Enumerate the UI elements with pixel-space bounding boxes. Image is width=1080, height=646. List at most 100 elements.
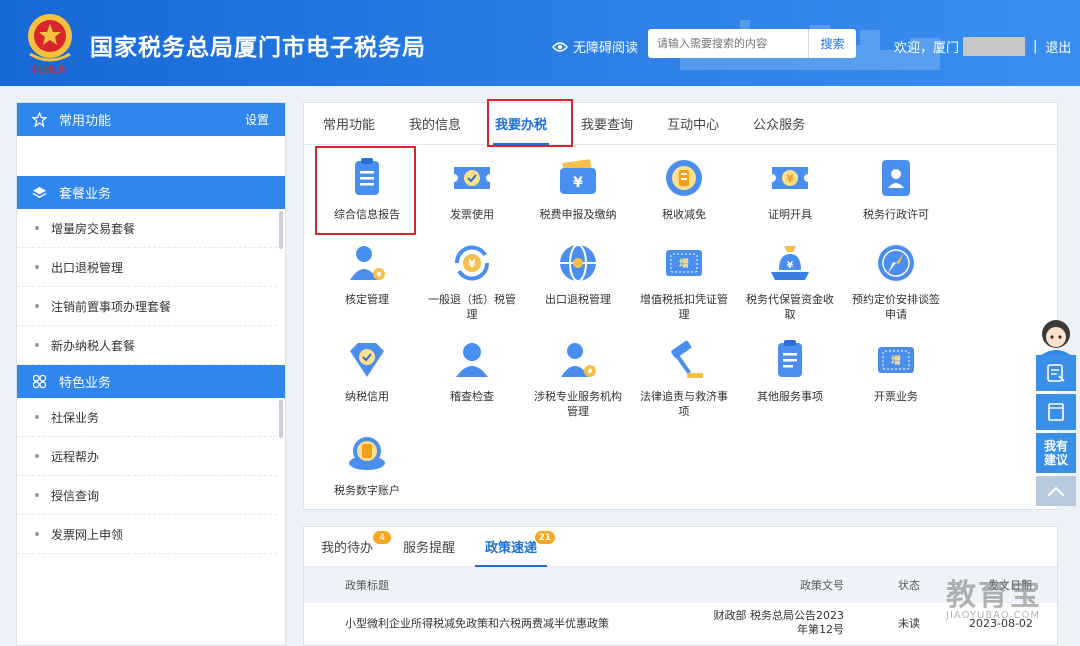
service-admin-license[interactable]: 税务行政许可 xyxy=(843,155,949,222)
service-label: 法律追责与救济事项 xyxy=(640,390,728,418)
service-vat-deduction[interactable]: 增 增值税抵扣凭证管理 xyxy=(631,240,737,322)
service-label: 纳税信用 xyxy=(345,390,389,403)
sidebar-item-remote-help[interactable]: 远程帮办 xyxy=(17,437,277,476)
header-separator: | xyxy=(1033,39,1038,54)
count-badge: 4 xyxy=(373,531,392,544)
service-fund-custody[interactable]: ¥ 税务代保管资金收取 xyxy=(737,240,843,322)
sidebar-head-package[interactable]: 套餐业务 xyxy=(17,176,285,209)
service-highlight-box xyxy=(315,146,416,235)
service-agency-mgmt[interactable]: 涉税专业服务机构管理 xyxy=(525,337,631,419)
policy-title[interactable]: 小型微利企业所得税减免政策和六税两费减半优惠政策 xyxy=(345,615,609,631)
service-other[interactable]: 其他服务事项 xyxy=(737,337,843,404)
redacted-username xyxy=(963,37,1026,56)
doc-number-line: 年第12号 xyxy=(797,623,844,636)
sidebar-head-featured[interactable]: 特色业务 xyxy=(17,365,285,398)
tab-todo[interactable]: 我的待办 4 xyxy=(311,527,392,566)
sidebar-head-label: 特色业务 xyxy=(59,376,112,391)
svg-text:增: 增 xyxy=(891,354,901,367)
featured-list: 社保业务 远程帮办 授信查询 发票网上申领 xyxy=(17,398,285,554)
assistant-avatar[interactable] xyxy=(1036,316,1076,356)
sidebar-item-incremental-housing[interactable]: 增量房交易套餐 xyxy=(17,209,277,248)
consult-button[interactable] xyxy=(1036,355,1076,391)
back-to-top-button[interactable] xyxy=(1036,476,1076,506)
service-legal-remedy[interactable]: 法律追责与救济事项 xyxy=(631,337,737,419)
layers-icon xyxy=(31,185,47,201)
ticket-check-icon xyxy=(454,167,490,189)
svg-text:增: 增 xyxy=(679,257,689,270)
read-status: 未读 xyxy=(898,617,920,630)
sidebar-item-label: 发票网上申领 xyxy=(51,527,124,542)
svg-text:¥: ¥ xyxy=(468,258,476,271)
service-invoicing[interactable]: 增 开票业务 xyxy=(843,337,949,404)
user-icon xyxy=(456,343,488,377)
user-gear-icon xyxy=(561,343,596,377)
tab-interaction[interactable]: 互动中心 xyxy=(655,103,731,144)
tab-my-info[interactable]: 我的信息 xyxy=(397,103,473,144)
sidebar-item-label: 新办纳税人套餐 xyxy=(51,338,136,353)
bullet-icon xyxy=(35,454,39,458)
service-certificate[interactable]: ¥ 证明开具 xyxy=(737,155,843,222)
service-refund[interactable]: ¥ 一般退（抵）税管理 xyxy=(419,240,525,322)
tab-public-service[interactable]: 公众服务 xyxy=(741,103,817,144)
bullet-icon xyxy=(35,304,39,308)
sidebar-item-export-refund[interactable]: 出口退税管理 xyxy=(17,248,277,287)
table-row[interactable]: 小型微利企业所得税减免政策和六税两费减半优惠政策 财政部 税务总局公告2023 … xyxy=(304,603,1057,643)
package-list: 增量房交易套餐 出口退税管理 注销前置事项办理套餐 新办纳税人套餐 xyxy=(17,209,285,365)
settings-link[interactable]: 设置 xyxy=(245,111,269,128)
sidebar-item-social-security[interactable]: 社保业务 xyxy=(17,398,277,437)
bullet-icon xyxy=(35,343,39,347)
service-label: 预约定价安排谈签申请 xyxy=(852,293,940,321)
search-button[interactable]: 搜索 xyxy=(808,29,856,58)
tab-label: 服务提醒 xyxy=(403,541,456,556)
logout-link[interactable]: 退出 xyxy=(1045,37,1071,56)
service-label: 其他服务事项 xyxy=(757,390,823,403)
service-export-refund[interactable]: 出口退税管理 xyxy=(525,240,631,307)
sidebar-head-common[interactable]: 常用功能 设置 xyxy=(17,103,285,136)
service-apa[interactable]: 预约定价安排谈签申请 xyxy=(843,240,949,322)
service-label: 稽查检查 xyxy=(450,390,494,403)
tab-label: 政策速递 xyxy=(485,541,538,556)
bullet-icon xyxy=(35,226,39,230)
bullet-icon xyxy=(35,532,39,536)
tab-common[interactable]: 常用功能 xyxy=(311,103,387,144)
tab-query[interactable]: 我要查询 xyxy=(569,103,645,144)
vat-invoice-icon: 增 xyxy=(878,347,914,373)
svg-text:¥: ¥ xyxy=(573,175,583,191)
service-declare-pay[interactable]: ¥ 税费申报及缴纳 xyxy=(525,155,631,222)
scrollbar[interactable] xyxy=(279,400,283,438)
watermark-url: JIAOYUBAO.COM xyxy=(946,610,1040,621)
sidebar-item-new-taxpayer[interactable]: 新办纳税人套餐 xyxy=(17,326,277,365)
search-input[interactable] xyxy=(648,29,808,58)
sidebar-item-invoice-apply[interactable]: 发票网上申领 xyxy=(17,515,277,554)
gavel-icon xyxy=(671,340,703,378)
tab-reminders[interactable]: 服务提醒 xyxy=(393,527,465,566)
sidebar-item-label: 增量房交易套餐 xyxy=(51,221,136,236)
watermark-logo-text: 教育宝 xyxy=(946,578,1042,613)
yuan-ticket-icon: ¥ xyxy=(772,167,808,189)
suggestion-button[interactable]: 我有 建议 xyxy=(1036,433,1076,473)
col-doc-number: 政策文号 xyxy=(800,579,844,592)
service-inspection[interactable]: 稽查检查 xyxy=(419,337,525,404)
scrollbar[interactable] xyxy=(279,211,283,249)
service-tax-credit[interactable]: 纳税信用 xyxy=(314,337,420,404)
sidebar-item-credit-query[interactable]: 授信查询 xyxy=(17,476,277,515)
coin-stack-icon xyxy=(666,160,702,196)
id-card-icon xyxy=(882,160,910,196)
service-assessment[interactable]: 核定管理 xyxy=(314,240,420,307)
guide-button[interactable] xyxy=(1036,394,1076,430)
tab-highlight-box xyxy=(487,99,573,147)
accessibility-link[interactable]: 无障碍阅读 xyxy=(552,37,638,56)
svg-text:中国税务: 中国税务 xyxy=(30,64,66,76)
vat-voucher-icon: 增 xyxy=(666,250,702,276)
service-label: 税费申报及缴纳 xyxy=(539,208,617,221)
service-tax-relief[interactable]: 税收减免 xyxy=(631,155,737,222)
tab-policy-express[interactable]: 政策速递 21 xyxy=(475,527,556,567)
service-label: 增值税抵扣凭证管理 xyxy=(640,293,728,321)
watermark: 教育宝 JIAOYUBAO.COM xyxy=(946,570,1042,621)
compass-icon xyxy=(878,245,914,281)
sidebar-item-deregistration[interactable]: 注销前置事项办理套餐 xyxy=(17,287,277,326)
service-label: 涉税专业服务机构管理 xyxy=(534,390,622,418)
svg-text:¥: ¥ xyxy=(786,173,794,186)
service-digital-account[interactable]: 税务数字账户 xyxy=(314,431,420,498)
service-invoice-use[interactable]: 发票使用 xyxy=(419,155,525,222)
